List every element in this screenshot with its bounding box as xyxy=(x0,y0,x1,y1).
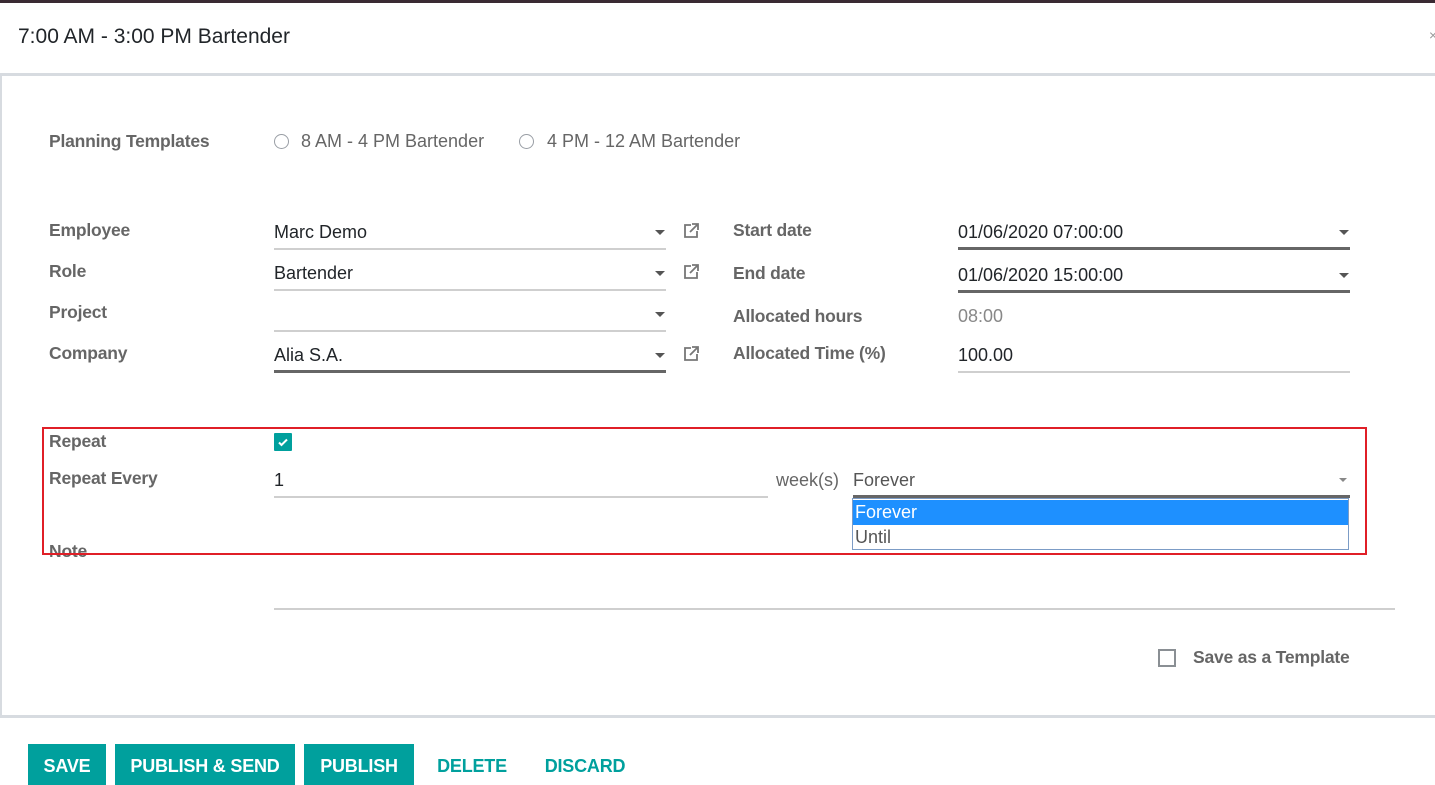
role-field[interactable]: Bartender xyxy=(274,259,666,291)
employee-field[interactable]: Marc Demo xyxy=(274,218,666,250)
employee-value: Marc Demo xyxy=(274,222,368,242)
start-date-label: Start date xyxy=(733,220,812,240)
repeat-type-dropdown: Forever Until xyxy=(852,498,1349,550)
chevron-down-icon[interactable] xyxy=(655,353,665,358)
role-value: Bartender xyxy=(274,263,354,283)
chevron-down-icon[interactable] xyxy=(1339,478,1347,482)
chevron-down-icon[interactable] xyxy=(655,271,665,276)
chevron-down-icon[interactable] xyxy=(1339,273,1349,278)
chevron-down-icon[interactable] xyxy=(1339,230,1349,235)
note-input[interactable] xyxy=(274,578,1395,610)
allocated-time-value: 100.00 xyxy=(958,345,1014,365)
template-radio-1[interactable] xyxy=(274,134,289,149)
note-label: Note xyxy=(49,541,88,561)
end-date-label: End date xyxy=(733,263,806,283)
dialog-header: 7:00 AM - 3:00 PM Bartender × xyxy=(0,3,1435,73)
repeat-unit-label: week(s) xyxy=(776,470,840,490)
dialog-title: 7:00 AM - 3:00 PM Bartender xyxy=(18,25,290,48)
company-label: Company xyxy=(49,343,128,363)
repeat-every-label: Repeat Every xyxy=(49,468,158,488)
check-icon xyxy=(278,438,288,447)
save-template-label[interactable]: Save as a Template xyxy=(1193,647,1350,668)
start-date-field[interactable]: 01/06/2020 07:00:00 xyxy=(958,218,1350,250)
save-template-checkbox[interactable] xyxy=(1158,649,1176,667)
delete-button[interactable]: DELETE xyxy=(424,744,520,785)
company-field[interactable]: Alia S.A. xyxy=(274,341,666,373)
repeat-checkbox[interactable] xyxy=(274,433,292,451)
chevron-down-icon[interactable] xyxy=(655,230,665,235)
project-field[interactable] xyxy=(274,300,666,332)
allocated-time-label: Allocated Time (%) xyxy=(733,343,886,363)
close-icon[interactable]: × xyxy=(1429,27,1435,43)
publish-button[interactable]: PUBLISH xyxy=(304,744,414,785)
allocated-time-field[interactable]: 100.00 xyxy=(958,341,1350,373)
planning-templates-label: Planning Templates xyxy=(49,131,210,151)
external-link-icon[interactable] xyxy=(682,222,700,240)
repeat-interval-input[interactable]: 1 xyxy=(274,466,768,498)
publish-send-button[interactable]: PUBLISH & SEND xyxy=(115,744,295,785)
template-option-1-label[interactable]: 8 AM - 4 PM Bartender xyxy=(301,131,484,152)
employee-label: Employee xyxy=(49,220,131,240)
external-link-icon[interactable] xyxy=(682,263,700,281)
end-date-field[interactable]: 01/06/2020 15:00:00 xyxy=(958,261,1350,293)
chevron-down-icon[interactable] xyxy=(655,312,665,317)
save-button[interactable]: SAVE xyxy=(28,744,106,785)
allocated-hours-value: 08:00 xyxy=(958,306,1004,326)
discard-button[interactable]: DISCARD xyxy=(530,744,640,785)
project-label: Project xyxy=(49,302,107,322)
dialog-body xyxy=(0,73,1435,718)
repeat-interval-value: 1 xyxy=(274,470,285,490)
external-link-icon[interactable] xyxy=(682,345,700,363)
allocated-hours-label: Allocated hours xyxy=(733,306,863,326)
repeat-option-until[interactable]: Until xyxy=(853,525,1348,550)
template-radio-2[interactable] xyxy=(519,134,534,149)
end-date-value: 01/06/2020 15:00:00 xyxy=(958,265,1124,285)
company-value: Alia S.A. xyxy=(274,345,344,365)
template-option-2-label[interactable]: 4 PM - 12 AM Bartender xyxy=(547,131,740,152)
repeat-option-forever[interactable]: Forever xyxy=(853,500,1348,525)
repeat-type-value: Forever xyxy=(853,470,916,490)
repeat-type-select[interactable]: Forever xyxy=(853,466,1350,498)
repeat-label: Repeat xyxy=(49,431,107,451)
role-label: Role xyxy=(49,261,87,281)
start-date-value: 01/06/2020 07:00:00 xyxy=(958,222,1124,242)
